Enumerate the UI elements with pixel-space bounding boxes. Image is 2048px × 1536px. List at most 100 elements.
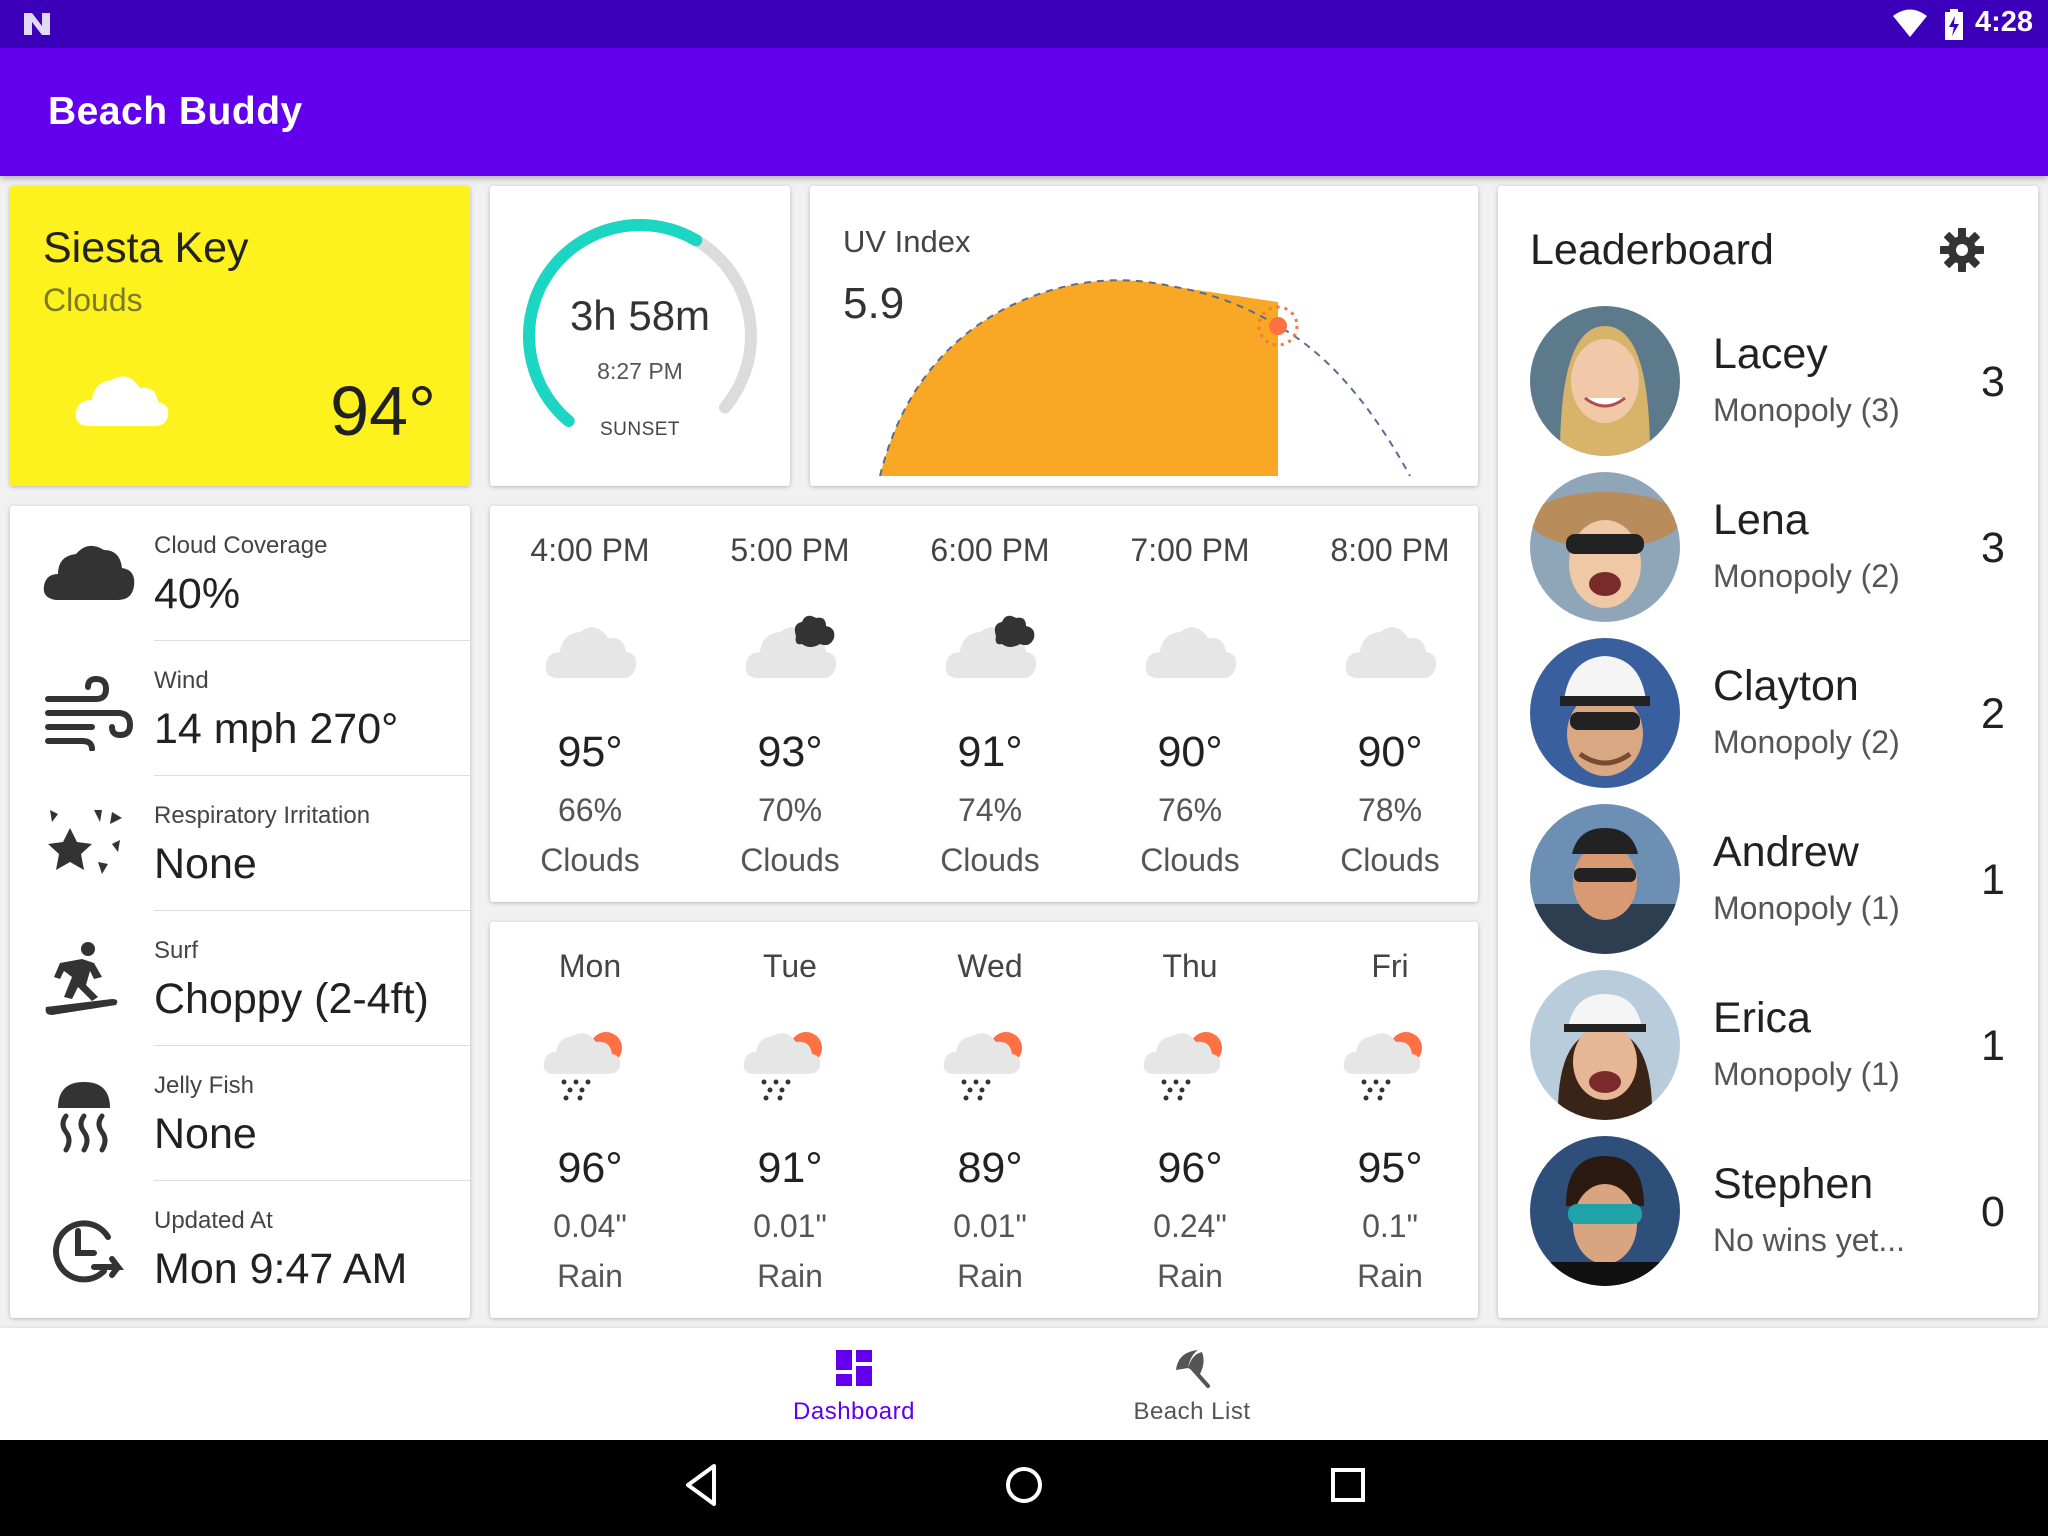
player-game: Monopoly (3) — [1713, 392, 1900, 428]
condition-surf: Surf Choppy (2-4ft) — [10, 911, 470, 1046]
sunset-label: SUNSET — [599, 419, 681, 440]
player-game: Monopoly (2) — [1713, 558, 1900, 594]
forecast-time: 4:00 PM — [530, 532, 650, 568]
leaderboard-card: Leaderboard Lacey Monopoly (3) 3 Lena Mo… — [1498, 186, 2038, 1318]
leaderboard-row[interactable]: Lena Monopoly (2) 3 — [1498, 472, 2038, 638]
leaderboard-row[interactable]: Clayton Monopoly (2) 2 — [1498, 638, 2038, 804]
forecast-precip: 0.04" — [553, 1208, 627, 1244]
sunset-remaining: 3h 58m — [569, 292, 711, 339]
condition-jellyfish: Jelly Fish None — [10, 1046, 470, 1181]
forecast-humidity: 74% — [957, 792, 1023, 828]
uv-index-label: UV Index — [843, 224, 971, 259]
conditions-card: Cloud Coverage 40% Wind 14 mph 270° Resp… — [10, 506, 470, 1318]
clock-icon — [53, 1220, 124, 1283]
forecast-time: 5:00 PM — [730, 532, 850, 568]
forecast-time: 8:00 PM — [1330, 532, 1450, 568]
rain-sun-icon — [943, 1032, 1022, 1101]
nav-dashboard[interactable]: Dashboard — [734, 1328, 974, 1440]
forecast-time: 7:00 PM — [1130, 532, 1250, 568]
battery-charging-icon — [1945, 9, 1963, 40]
forecast-humidity: 78% — [1357, 792, 1423, 828]
forecast-temp: 90° — [1157, 728, 1223, 776]
nav-beach-list[interactable]: Beach List — [1072, 1328, 1312, 1440]
forecast-humidity: 76% — [1157, 792, 1223, 828]
leaderboard-row[interactable]: Lacey Monopoly (3) 3 — [1498, 306, 2038, 472]
cloud-icon — [545, 627, 637, 678]
cloudy-dark-icon — [945, 615, 1037, 678]
beach-condition: Clouds — [43, 282, 143, 318]
beach-summary-card[interactable]: Siesta Key Clouds 94° — [10, 186, 470, 486]
wifi-icon — [1893, 9, 1927, 37]
app-title: Beach Buddy — [48, 90, 303, 133]
forecast-temp: 90° — [1357, 728, 1423, 776]
surf-icon — [45, 942, 118, 1015]
daily-forecast-card: Mon 96° 0.04" Rain Tue 91° 0.01" Rain We… — [490, 922, 1478, 1318]
forecast-desc: Clouds — [740, 842, 840, 878]
daily-forecast-item: Tue 91° 0.01" Rain — [690, 922, 890, 1318]
condition-label: Wind — [154, 667, 209, 694]
hourly-forecast-card: 4:00 PM 95° 66% Clouds 5:00 PM 93° 70% C… — [490, 506, 1478, 902]
avatar — [1530, 638, 1680, 788]
forecast-day: Thu — [1162, 948, 1218, 984]
cloud-icon — [75, 376, 169, 426]
hourly-forecast-item: 4:00 PM 95° 66% Clouds — [490, 506, 690, 902]
leaderboard-row[interactable]: Stephen No wins yet... 0 — [1498, 1136, 2038, 1302]
home-icon[interactable] — [1004, 1462, 1044, 1508]
cloud-icon — [43, 545, 135, 600]
android-n-icon — [24, 13, 50, 35]
condition-label: Surf — [154, 937, 199, 964]
cloud-icon — [1345, 627, 1437, 678]
gear-icon[interactable] — [1938, 226, 1986, 274]
forecast-temp: 91° — [957, 728, 1023, 776]
sunset-time: 8:27 PM — [597, 358, 683, 384]
condition-label: Jelly Fish — [154, 1072, 255, 1099]
forecast-desc: Rain — [1157, 1258, 1223, 1294]
forecast-temp: 95° — [557, 728, 623, 776]
beach-umbrella-icon — [1176, 1350, 1210, 1388]
player-name: Lena — [1713, 496, 1809, 544]
daily-forecast-item: Wed 89° 0.01" Rain — [890, 922, 1090, 1318]
forecast-precip: 0.01" — [753, 1208, 827, 1244]
forecast-day: Wed — [957, 948, 1023, 984]
bottom-navigation: Dashboard Beach List — [0, 1328, 2048, 1440]
leaderboard-row[interactable]: Erica Monopoly (1) 1 — [1498, 970, 2038, 1136]
condition-value: None — [154, 1110, 257, 1158]
player-game: No wins yet... — [1713, 1222, 1906, 1258]
forecast-day: Tue — [763, 948, 817, 984]
forecast-precip: 0.1" — [1362, 1208, 1418, 1244]
forecast-desc: Rain — [1357, 1258, 1423, 1294]
forecast-temp: 91° — [757, 1144, 823, 1192]
player-score: 1 — [1981, 1022, 2005, 1070]
condition-label: Respiratory Irritation — [154, 802, 371, 829]
player-game: Monopoly (1) — [1713, 1056, 1900, 1092]
leaderboard-row[interactable]: Andrew Monopoly (1) 1 — [1498, 804, 2038, 970]
forecast-desc: Clouds — [1340, 842, 1440, 878]
avatar — [1530, 306, 1680, 456]
dashboard-icon — [836, 1350, 872, 1386]
back-icon[interactable] — [684, 1462, 718, 1508]
forecast-day: Mon — [558, 948, 622, 984]
beach-temperature: 94° — [330, 372, 436, 450]
condition-cloud-coverage: Cloud Coverage 40% — [10, 506, 470, 641]
forecast-desc: Clouds — [940, 842, 1040, 878]
forecast-temp: 93° — [757, 728, 823, 776]
uv-index-value: 5.9 — [843, 279, 905, 328]
rain-sun-icon — [543, 1032, 622, 1101]
forecast-humidity: 66% — [557, 792, 623, 828]
player-name: Erica — [1713, 994, 1811, 1042]
forecast-temp: 96° — [1157, 1144, 1223, 1192]
condition-value: 40% — [154, 570, 241, 618]
cloud-icon — [1145, 627, 1237, 678]
condition-value: 14 mph 270° — [154, 705, 399, 753]
forecast-time: 6:00 PM — [930, 532, 1050, 568]
sunset-card: 3h 58m 8:27 PM SUNSET — [490, 186, 790, 486]
player-score: 2 — [1981, 690, 2005, 738]
forecast-desc: Clouds — [540, 842, 640, 878]
recents-icon[interactable] — [1330, 1462, 1366, 1508]
player-score: 3 — [1981, 524, 2005, 572]
daily-forecast-item: Thu 96° 0.24" Rain — [1090, 922, 1290, 1318]
avatar — [1530, 804, 1680, 954]
forecast-desc: Rain — [557, 1258, 623, 1294]
system-navigation-bar — [0, 1440, 2048, 1536]
player-name: Stephen — [1713, 1160, 1874, 1208]
